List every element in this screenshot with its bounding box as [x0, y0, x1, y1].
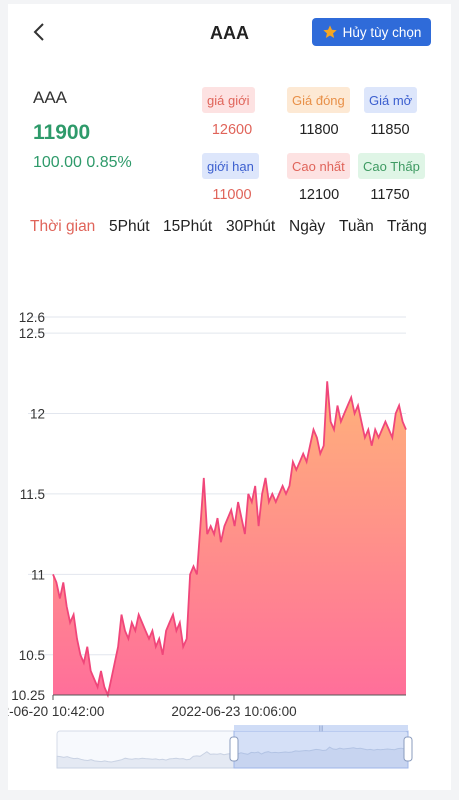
range-selector[interactable]: |||	[56, 725, 413, 769]
y-tick-label: 11	[31, 567, 45, 582]
x-tick-label: 2022-06-23 10:06:00	[171, 704, 296, 719]
y-tick-label: 10.25	[11, 688, 45, 703]
y-tick-label: 10.5	[19, 648, 45, 663]
stock-detail-screen: AAA Hủy tùy chọn AAA 11900 100.00 0.85% …	[8, 4, 451, 790]
y-tick-label: 12.5	[19, 326, 45, 341]
drag-grip-icon: |||	[319, 726, 324, 732]
y-tick-label: 11.5	[20, 487, 45, 502]
x-tick-label: 2-06-20 10:42:00	[8, 704, 104, 719]
y-axis: 12.612.5 12 11.5 11 10.5 10.25	[11, 310, 45, 703]
range-handle-right[interactable]	[403, 736, 413, 762]
range-window[interactable]	[233, 730, 409, 769]
y-tick-label: 12.6	[19, 310, 45, 325]
range-handle-left[interactable]	[229, 736, 239, 762]
x-axis: 2-06-20 10:42:00 2022-06-23 10:06:00	[8, 694, 406, 719]
price-area	[53, 381, 406, 695]
y-tick-label: 12	[30, 407, 45, 422]
price-chart[interactable]: 12.612.5 12 11.5 11 10.5 10.25 2-06-20 10:42:…	[8, 4, 451, 790]
